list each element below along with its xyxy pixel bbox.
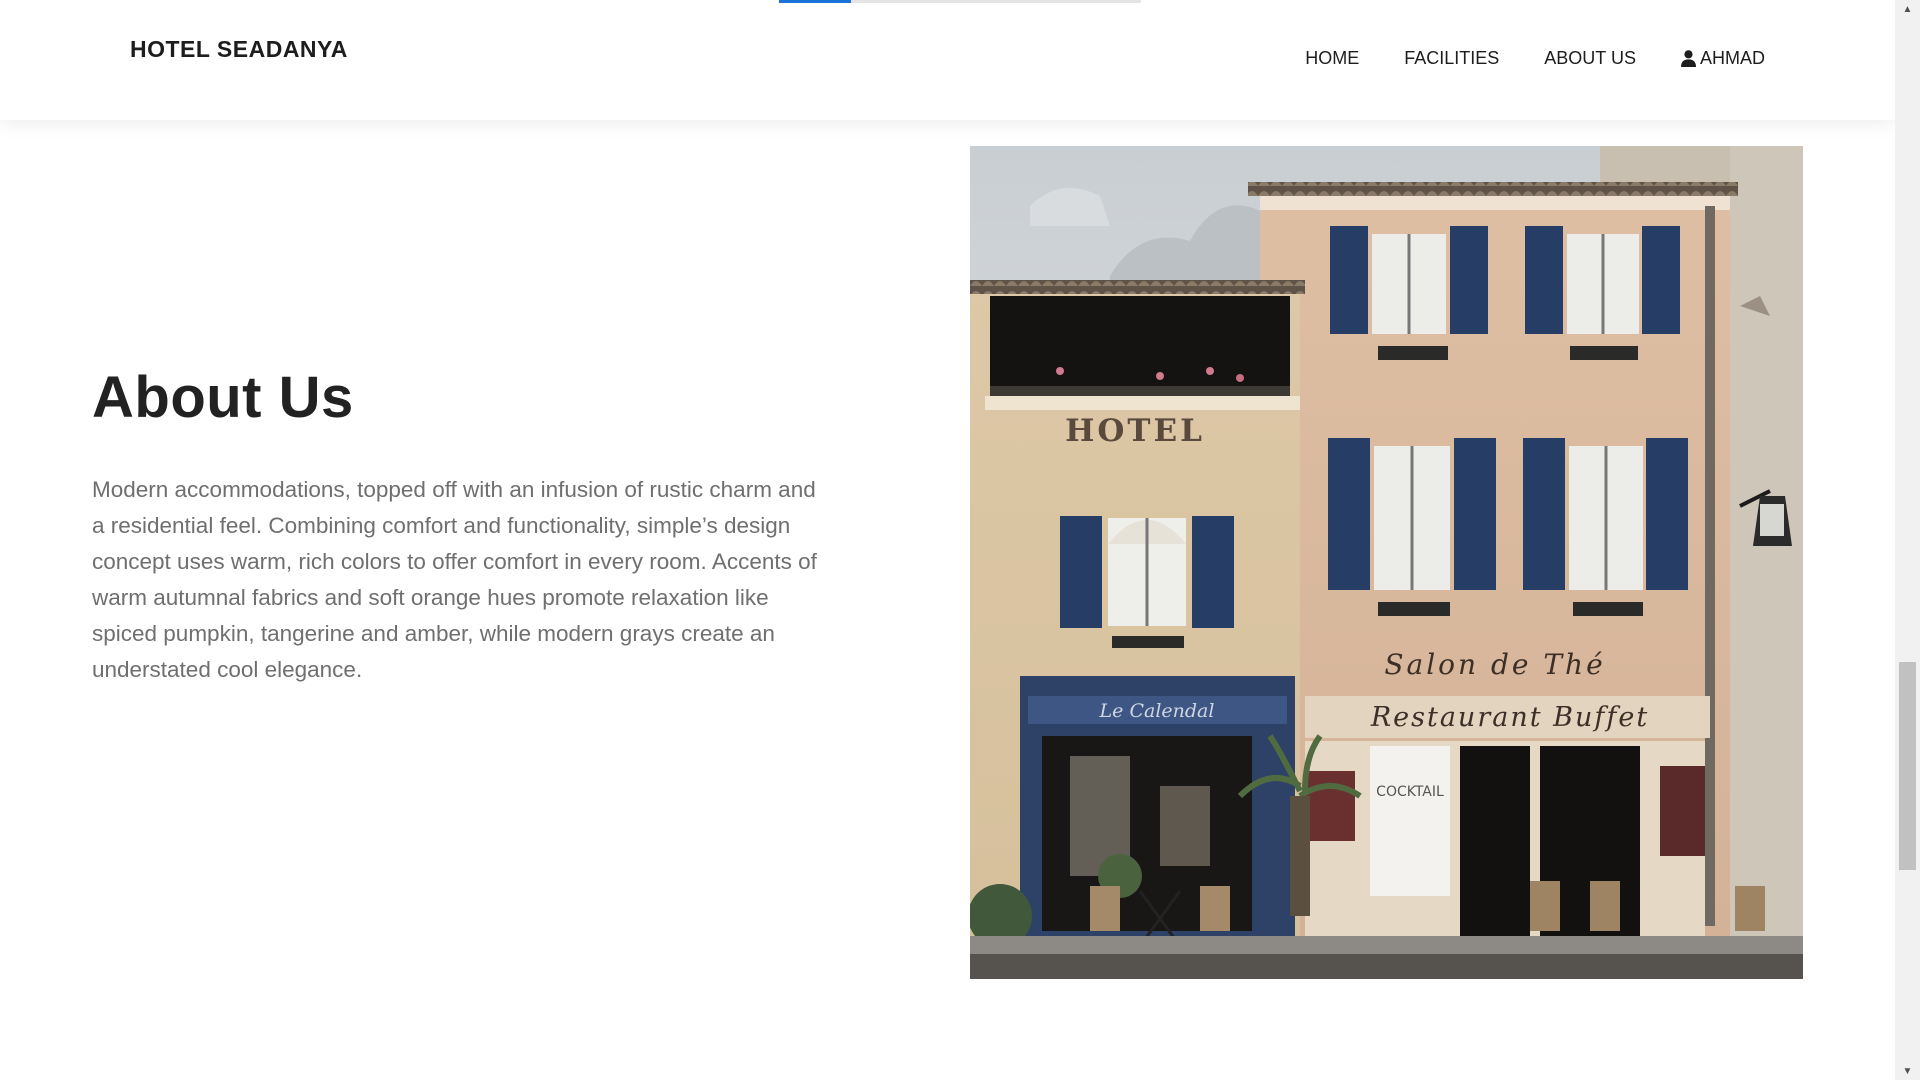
blue-storefront: Le Calendal — [1020, 676, 1295, 936]
site-logo[interactable]: HOTEL SEADANYA — [130, 36, 348, 63]
about-description: Modern accommodations, topped off with a… — [92, 477, 817, 682]
nav-home[interactable]: HOME — [1305, 48, 1359, 69]
main-nav: HOME FACILITIES ABOUT US AHMAD — [1305, 48, 1765, 69]
scroll-down-arrow-icon[interactable]: ▼ — [1895, 1062, 1920, 1080]
salon-sign-text: Salon de Thé — [1384, 648, 1605, 681]
scroll-progress-fill — [779, 0, 852, 3]
page-scrollbar[interactable]: ▲ ▼ — [1895, 0, 1920, 1080]
site-header: HOTEL SEADANYA HOME FACILITIES ABOUT US … — [0, 0, 1895, 120]
page: HOTEL SEADANYA HOME FACILITIES ABOUT US … — [0, 0, 1895, 1080]
user-name: AHMAD — [1699, 48, 1765, 68]
restaurant-storefront: COCKTAIL — [1305, 741, 1705, 936]
restaurant-sign-text: Restaurant Buffet — [1370, 702, 1649, 733]
hotel-facade-photo: HOTEL Salon de Thé Restaurant Buffet Le … — [970, 146, 1803, 979]
nav-user-account[interactable]: AHMAD — [1680, 48, 1765, 69]
about-heading: About Us — [92, 365, 354, 430]
nav-facilities[interactable]: FACILITIES — [1404, 48, 1499, 69]
hotel-sign-text: HOTEL — [1065, 413, 1205, 449]
scroll-progress-bar — [779, 0, 1141, 3]
scroll-up-arrow-icon[interactable]: ▲ — [1895, 0, 1920, 18]
nav-about-us[interactable]: ABOUT US — [1544, 48, 1636, 69]
user-icon — [1680, 50, 1696, 67]
scrollbar-thumb[interactable] — [1899, 662, 1916, 870]
calendal-sign-text: Le Calendal — [1099, 700, 1215, 722]
cocktail-poster-text: COCKTAIL — [1376, 784, 1444, 800]
